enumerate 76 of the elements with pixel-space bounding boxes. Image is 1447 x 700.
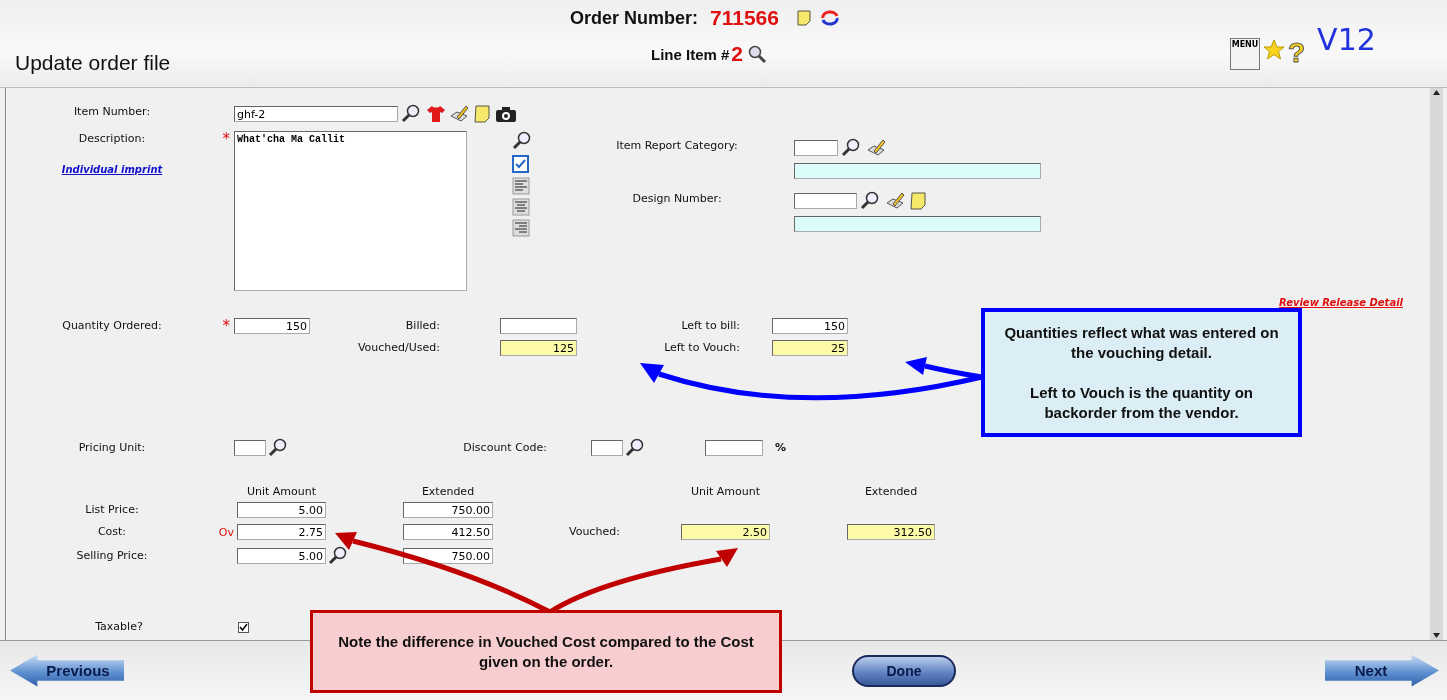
order-number: 711566 (710, 6, 779, 30)
field-label: Cost: (96, 524, 128, 540)
quantity-field[interactable]: 125 (500, 340, 577, 356)
callout-text: Quantities reflect what was entered on the vouching detail. (1003, 322, 1280, 363)
required-marker: * (222, 317, 230, 335)
previous-button[interactable]: Previous (10, 654, 124, 687)
page-title: Update order file (15, 51, 171, 75)
scrollbar[interactable] (1430, 88, 1443, 640)
percent-sign: % (775, 440, 787, 456)
unit-amount-field[interactable]: 5.00 (237, 502, 326, 518)
line-item-label: Line Item # (651, 45, 730, 63)
quantity-field[interactable]: 25 (772, 340, 848, 356)
required-marker: * (222, 130, 230, 148)
field-label: Selling Price: (75, 548, 149, 564)
unit-amount-field[interactable]: 5.00 (237, 548, 326, 564)
extended-amount-field[interactable]: 412.50 (403, 524, 493, 540)
pencil-icon[interactable] (866, 138, 886, 158)
review-release-detail-link[interactable]: Review Release Detail (1278, 296, 1403, 318)
quantity-field[interactable]: 150 (234, 318, 310, 334)
individual-imprint-link[interactable]: Individual imprint (61, 164, 163, 175)
align-right-icon[interactable] (512, 219, 530, 237)
field-label: Design Number: (631, 191, 723, 207)
vouched-extended-field[interactable]: 312.50 (847, 524, 935, 540)
field-label: Left to Vouch: (663, 340, 741, 356)
code-field[interactable] (794, 140, 838, 156)
pencil-icon[interactable] (449, 104, 469, 124)
line-item-number: 2 (731, 42, 744, 66)
note-icon[interactable] (794, 9, 813, 27)
field-label: Vouched/Used: (356, 340, 441, 356)
column-header: Unit Amount (689, 484, 762, 498)
checklist-icon[interactable] (512, 154, 532, 174)
align-center-icon[interactable] (512, 198, 530, 216)
field-label: List Price: (84, 502, 140, 518)
description-display-field[interactable] (794, 163, 1041, 179)
field-label: Taxable? (94, 619, 144, 635)
code-field[interactable] (794, 193, 857, 209)
taxable-checkbox[interactable] (238, 621, 249, 633)
unit-amount-field[interactable]: 2.75 (237, 524, 326, 540)
field-label: Item Report Category: (615, 138, 739, 154)
field-label: Description: (78, 131, 146, 147)
pricing-unit-field[interactable] (234, 440, 266, 456)
extended-amount-field[interactable]: 750.00 (403, 502, 493, 518)
field-label: Left to bill: (680, 318, 741, 334)
note-icon[interactable] (472, 104, 492, 124)
discount-code-field[interactable] (591, 440, 623, 456)
pencil-icon[interactable] (885, 191, 905, 211)
column-header: Extended (420, 484, 476, 498)
vouched-unit-field[interactable]: 2.50 (681, 524, 770, 540)
discount-percent-field[interactable] (705, 440, 763, 456)
camera-icon[interactable] (495, 105, 517, 123)
column-header: Extended (863, 484, 919, 498)
done-button[interactable]: Done (852, 654, 956, 687)
quantity-field[interactable]: 150 (772, 318, 848, 334)
description-display-field[interactable] (794, 216, 1041, 232)
callout-text: Left to Vouch is the quantity on backorder from the vendor. (1028, 382, 1254, 423)
callout-text: Note the difference in Vouched Cost compared to the Cost given on the order. (337, 631, 755, 672)
version-label: V12 (1317, 22, 1376, 57)
field-label: Item Number: (72, 104, 152, 120)
field-label: Pricing Unit: (77, 440, 147, 456)
field-label: Quantity Ordered: (62, 319, 162, 332)
quantity-field[interactable] (500, 318, 577, 334)
column-header: Unit Amount (245, 484, 318, 498)
align-left-icon[interactable] (512, 177, 530, 195)
order-number-label: Order Number: (570, 7, 699, 29)
next-button[interactable]: Next (1325, 654, 1439, 687)
override-label: Ov (218, 525, 234, 539)
field-label: Vouched: (569, 525, 620, 538)
description-field[interactable]: What'cha Ma Callit (234, 131, 467, 291)
field-label: Billed: (404, 318, 441, 334)
star-icon[interactable] (1262, 38, 1286, 62)
field-label: Discount Code: (462, 440, 547, 456)
menu-button[interactable]: MENU (1230, 38, 1260, 70)
search-icon[interactable] (747, 44, 768, 64)
note-icon[interactable] (908, 191, 928, 211)
shirt-icon[interactable] (426, 104, 446, 124)
item-number-field[interactable]: ghf-2 (234, 106, 398, 122)
